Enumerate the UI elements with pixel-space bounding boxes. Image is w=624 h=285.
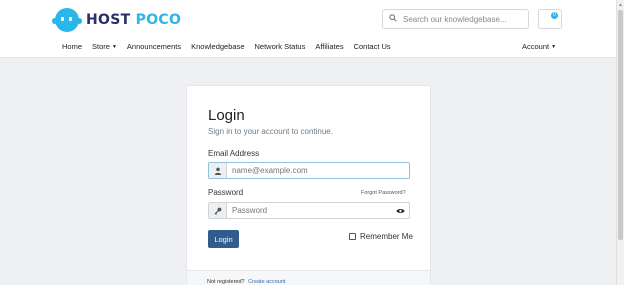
account-menu[interactable]: Account ▼	[522, 42, 556, 51]
mascot-icon	[52, 8, 82, 32]
login-subtitle: Sign in to your account to continue.	[208, 127, 333, 136]
brand-name-part1: HOST	[86, 12, 131, 28]
login-card-footer: Not registered? Create account	[187, 270, 430, 285]
remember-me[interactable]: Remember Me	[349, 232, 413, 241]
login-title: Login	[208, 107, 245, 124]
login-card: Login Sign in to your account to continu…	[186, 85, 431, 285]
nav-item-knowledgebase[interactable]: Knowledgebase	[191, 42, 244, 51]
login-button[interactable]: Login	[208, 230, 239, 248]
nav-item-store[interactable]: Store ▼	[92, 42, 117, 51]
cart-button[interactable]: 0	[538, 9, 562, 29]
email-field-group	[208, 162, 410, 179]
main-nav: Home Store ▼ Announcements Knowledgebase …	[62, 42, 401, 51]
search-input[interactable]	[403, 14, 521, 24]
caret-down-icon: ▼	[551, 44, 557, 50]
nav-item-contact-us[interactable]: Contact Us	[354, 42, 391, 51]
not-registered-text: Not registered?	[207, 279, 245, 285]
brand-name-part2: POCO	[135, 12, 182, 28]
caret-down-icon: ▼	[111, 44, 117, 50]
search-icon[interactable]	[383, 14, 403, 24]
remember-me-label: Remember Me	[360, 232, 413, 241]
cart-count-badge: 0	[551, 12, 558, 19]
nav-item-home[interactable]: Home	[62, 42, 82, 51]
password-input[interactable]	[227, 203, 391, 218]
nav-item-announcements[interactable]: Announcements	[127, 42, 181, 51]
user-icon	[209, 163, 227, 178]
key-icon	[209, 203, 227, 218]
scrollbar-thumb[interactable]	[618, 10, 623, 240]
page-scrollbar[interactable]: ▲	[616, 0, 624, 285]
brand-name: HOST POCO	[86, 12, 181, 28]
nav-item-network-status[interactable]: Network Status	[255, 42, 306, 51]
password-field-group	[208, 202, 410, 219]
knowledgebase-search	[382, 9, 529, 29]
eye-icon[interactable]	[391, 203, 409, 218]
forgot-password-link[interactable]: Forgot Password?	[361, 190, 406, 196]
account-menu-label: Account	[522, 42, 550, 51]
password-label: Password	[208, 188, 244, 197]
create-account-link[interactable]: Create account	[248, 279, 285, 285]
email-label: Email Address	[208, 149, 260, 158]
nav-item-affiliates[interactable]: Affiliates	[315, 42, 343, 51]
remember-me-checkbox[interactable]	[349, 233, 356, 240]
email-input[interactable]	[227, 163, 409, 178]
scroll-up-arrow-icon[interactable]: ▲	[618, 2, 623, 8]
register-prompt: Not registered? Create account	[207, 279, 285, 285]
site-header: HOST POCO 0 Home Store▼ Announcements Kn…	[0, 0, 616, 58]
nav-item-store-label: Store	[92, 42, 110, 51]
brand-logo[interactable]: HOST POCO	[52, 8, 181, 32]
